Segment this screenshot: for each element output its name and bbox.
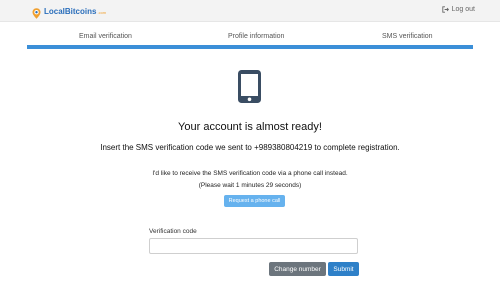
step-email-verification: Email verification <box>79 33 132 40</box>
request-phone-call-button[interactable]: Request a phone call <box>224 195 285 207</box>
logo-tld: .com <box>97 10 107 15</box>
progress-bar-fill <box>27 45 473 49</box>
phone-call-note: I'd like to receive the SMS verification… <box>152 170 348 177</box>
step-profile-information: Profile information <box>228 33 285 40</box>
map-pin-logo-icon <box>32 6 41 19</box>
change-number-button[interactable]: Change number <box>269 262 326 276</box>
top-navbar: LocalBitcoins .com Log out <box>0 0 500 22</box>
localbitcoins-logo[interactable]: LocalBitcoins .com <box>32 5 107 19</box>
logo-text: LocalBitcoins <box>44 6 97 16</box>
progress-bar <box>27 45 473 49</box>
logout-link[interactable]: Log out <box>441 6 475 13</box>
registration-steps: Email verification Profile information S… <box>27 30 473 49</box>
submit-button[interactable]: Submit <box>328 262 359 276</box>
verification-code-label: Verification code <box>149 228 197 235</box>
step-sms-verification: SMS verification <box>382 33 433 40</box>
logout-icon <box>441 6 449 13</box>
wait-timer-note: (Please wait 1 minutes 29 seconds) <box>198 182 302 189</box>
sms-instruction-text: Insert the SMS verification code we sent… <box>100 143 400 152</box>
page-title: Your account is almost ready! <box>178 121 322 133</box>
mobile-phone-icon <box>238 70 261 108</box>
verification-code-input[interactable] <box>149 238 358 254</box>
logout-label: Log out <box>451 6 475 13</box>
